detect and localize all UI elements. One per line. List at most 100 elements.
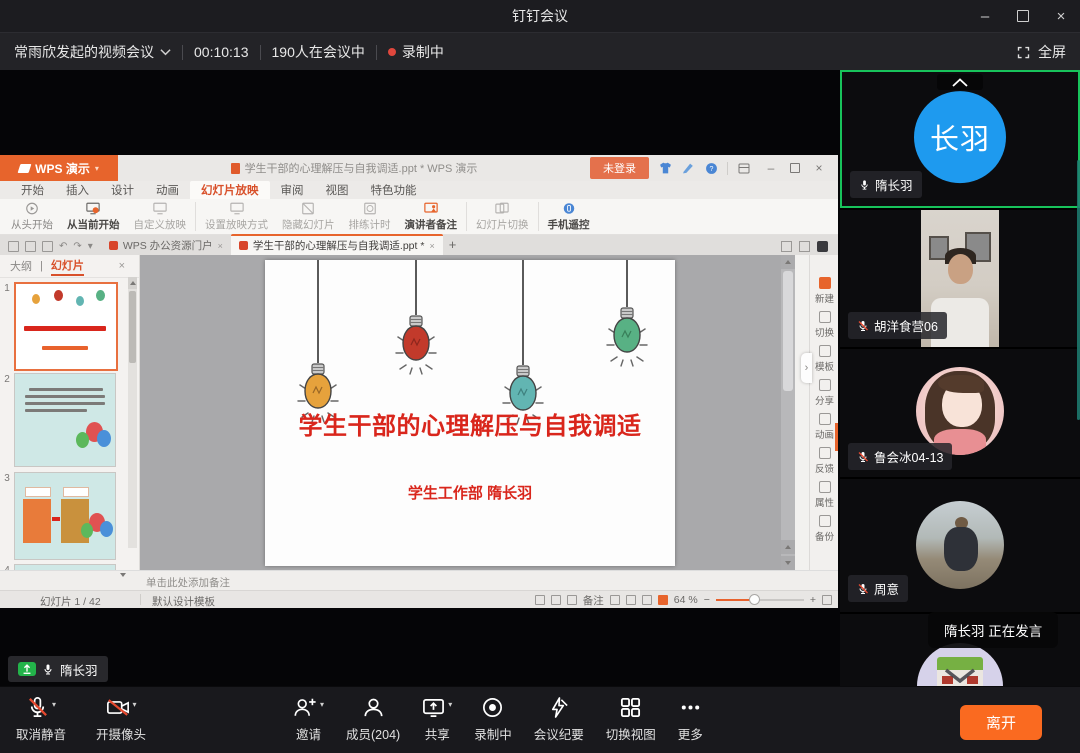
new-tab-button[interactable]: + — [443, 237, 465, 255]
slide-thumbnail-1[interactable]: 1 — [0, 282, 118, 371]
menu-tab-design[interactable]: 设计 — [100, 181, 145, 199]
play-slideshow-icon[interactable] — [658, 595, 668, 605]
close-tab-icon[interactable]: × — [218, 241, 223, 251]
zoom-in-button[interactable]: + — [810, 594, 816, 606]
participant-tile-2[interactable]: 胡洋食营06 — [840, 210, 1080, 347]
zoom-out-button[interactable]: − — [704, 594, 710, 606]
menu-tab-start[interactable]: 开始 — [10, 181, 55, 199]
doc-tab-current-file[interactable]: 学生干部的心理解压与自我调适.ppt * × — [231, 234, 443, 255]
ribbon-hide-slide[interactable]: 隐藏幻灯片 — [275, 199, 342, 234]
side-item-properties[interactable]: 属性 — [810, 481, 839, 509]
fit-view-icon[interactable] — [642, 595, 652, 605]
wps-login-button[interactable]: 未登录 — [590, 157, 649, 179]
zoom-slider[interactable] — [716, 599, 804, 601]
side-item-backup[interactable]: 备份 — [810, 515, 839, 543]
collapse-videos-button[interactable] — [937, 74, 983, 90]
ribbon-phone-remote[interactable]: 手机遥控 — [541, 199, 597, 234]
close-panel-icon[interactable]: × — [119, 260, 125, 272]
recording-button[interactable]: 录制中 — [474, 696, 512, 743]
caret-down-icon[interactable]: ▾ — [448, 700, 452, 709]
menu-tab-features[interactable]: 特色功能 — [360, 181, 428, 199]
slide-thumbnail-3[interactable]: 3 — [0, 472, 116, 560]
camera-on-button[interactable]: ▾ 开摄像头 — [96, 696, 146, 743]
unmute-button[interactable]: ▾ 取消静音 — [16, 696, 66, 743]
zoom-slider-knob[interactable] — [749, 594, 760, 605]
ribbon-play-from-current[interactable]: 从当前开始 — [60, 199, 127, 234]
caret-down-icon[interactable]: ▾ — [133, 700, 137, 709]
doc-tab-home[interactable]: WPS 办公资源门户 × — [101, 236, 231, 255]
side-item-share[interactable]: 分享 — [810, 379, 839, 407]
scrollbar-thumb[interactable] — [783, 271, 793, 391]
minimize-button[interactable]: – — [966, 0, 1004, 32]
grid-view-icon[interactable] — [626, 595, 636, 605]
wps-maximize-button[interactable] — [784, 158, 806, 178]
tab-slides[interactable]: 幻灯片 — [51, 257, 84, 276]
layout-icon[interactable] — [781, 241, 792, 252]
notes-bar[interactable]: 单击此处添加备注 — [0, 570, 838, 590]
slide-scrollbar[interactable] — [781, 255, 795, 570]
participant-tile-3[interactable]: 鲁会冰04-13 — [840, 349, 1080, 477]
side-item-feedback[interactable]: 反馈 — [810, 447, 839, 475]
brush-icon[interactable] — [681, 161, 695, 175]
ribbon-rehearse-timing[interactable]: 排练计时 — [342, 199, 398, 234]
caret-down-icon[interactable]: ▾ — [320, 700, 324, 709]
notes-toggle[interactable]: 备注 — [583, 593, 604, 608]
fit-slide-icon[interactable] — [822, 595, 832, 605]
caret-down-icon[interactable]: ▾ — [52, 700, 56, 709]
menu-tab-insert[interactable]: 插入 — [55, 181, 100, 199]
side-item-animation[interactable]: 动画 — [810, 413, 839, 441]
chevron-down-icon[interactable] — [943, 668, 977, 686]
undo-icon[interactable]: ↶ — [59, 241, 67, 252]
slide-thumbnail-2[interactable]: 2 — [0, 373, 116, 467]
menu-tab-animation[interactable]: 动画 — [145, 181, 190, 199]
share-screen-button[interactable]: ▾ 共享 — [422, 696, 452, 743]
wps-close-button[interactable]: × — [808, 158, 830, 178]
next-slide-button[interactable] — [781, 556, 795, 570]
ribbon-slide-transition[interactable]: 幻灯片切换 — [469, 199, 536, 234]
participant-tile-4[interactable]: 周意 — [840, 479, 1080, 612]
more-button[interactable]: 更多 — [678, 696, 703, 743]
preview-icon[interactable] — [42, 241, 53, 252]
menu-tab-view[interactable]: 视图 — [315, 181, 360, 199]
close-tab-icon[interactable]: × — [429, 241, 434, 251]
switch-view-button[interactable]: 切换视图 — [606, 696, 656, 743]
menu-tab-slideshow[interactable]: 幻灯片放映 — [190, 181, 270, 199]
ribbon-collapse-icon[interactable] — [737, 161, 751, 175]
ribbon-setup-show[interactable]: 设置放映方式 — [198, 199, 275, 234]
ribbon-play-from-start[interactable]: 从头开始 — [4, 199, 60, 234]
wps-app-tab[interactable]: WPS 演示 ▾ — [0, 155, 118, 181]
skin-icon[interactable] — [658, 161, 672, 175]
wps-minimize-button[interactable]: – — [760, 158, 782, 178]
previous-slide-button[interactable] — [781, 540, 795, 554]
close-button[interactable]: × — [1042, 0, 1080, 32]
reading-view-icon[interactable] — [567, 595, 577, 605]
meeting-minutes-button[interactable]: 会议纪要 — [534, 696, 584, 743]
side-item-switch[interactable]: 切换 — [810, 311, 839, 339]
participant-tile-1[interactable]: 长羽 隋长羽 — [840, 70, 1080, 208]
current-slide[interactable]: 学生干部的心理解压与自我调适 学生工作部 隋长羽 — [265, 260, 675, 566]
attendee-count[interactable]: 190人在会议中 — [272, 42, 365, 62]
leave-meeting-button[interactable]: 离开 — [960, 705, 1042, 740]
meeting-title-dropdown[interactable]: 常雨欣发起的视频会议 — [14, 42, 171, 62]
menu-tab-review[interactable]: 审阅 — [270, 181, 315, 199]
thumbnail-scrollbar[interactable] — [128, 277, 137, 548]
ribbon-presenter-notes[interactable]: 演讲者备注 — [398, 199, 465, 234]
side-item-new[interactable]: 新建 — [810, 277, 839, 305]
scroll-up-button[interactable] — [128, 277, 137, 289]
caret-down-icon[interactable]: ▾ — [88, 241, 93, 252]
collapse-panel-icon[interactable] — [120, 577, 126, 589]
assistant-icon[interactable] — [817, 241, 828, 252]
fullscreen-button[interactable]: 全屏 — [1016, 33, 1066, 71]
help-icon[interactable]: ? — [704, 161, 718, 175]
maximize-button[interactable] — [1004, 0, 1042, 32]
print-icon[interactable] — [25, 241, 36, 252]
members-button[interactable]: 成员(204) — [346, 696, 400, 743]
template-name[interactable]: 默认设计模板 — [152, 594, 215, 609]
normal-view-icon[interactable] — [535, 595, 545, 605]
scrollbar-thumb[interactable] — [129, 291, 136, 363]
arrange-icon[interactable] — [799, 241, 810, 252]
zoom-level[interactable]: 64 % — [674, 594, 698, 606]
tab-outline[interactable]: 大纲 — [10, 258, 32, 274]
outline-view-icon[interactable] — [610, 595, 620, 605]
notes-placeholder[interactable]: 单击此处添加备注 — [146, 575, 230, 590]
